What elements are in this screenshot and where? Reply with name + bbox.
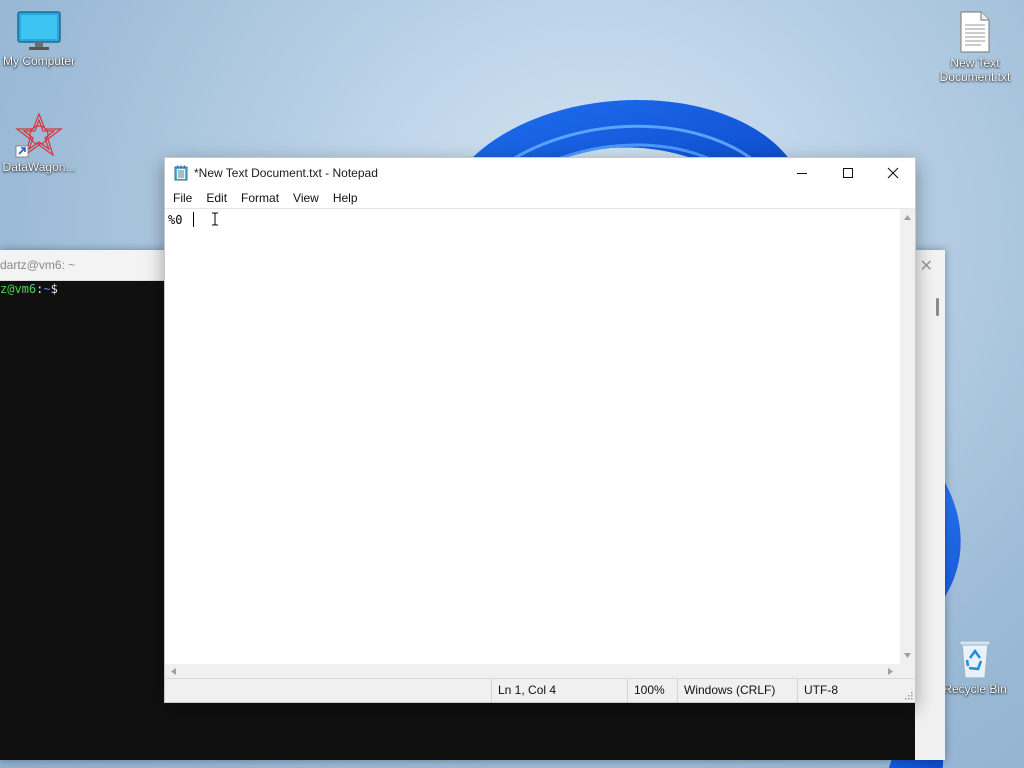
scroll-right-arrow-icon[interactable] [887,667,894,676]
menu-format[interactable]: Format [235,189,285,207]
maximize-button[interactable] [825,158,871,188]
maximize-icon [843,168,853,178]
vertical-scrollbar[interactable] [900,208,915,665]
scrollbar-corner [900,664,915,679]
desktop-icon-datawagon[interactable]: DataWagon... [0,112,84,174]
prompt-symbol: $ [50,282,58,296]
terminal-scrollbar-thumb[interactable] [936,298,939,316]
minimize-button[interactable] [779,158,825,188]
prompt-user: z@vm6 [0,282,37,296]
status-cursor-position: Ln 1, Col 4 [491,679,624,702]
minimize-icon [797,173,807,174]
desktop-icon-label: New Text Document.txt [939,56,1011,84]
menu-view[interactable]: View [287,189,325,207]
text-file-icon [960,11,990,53]
menu-bar: File Edit Format View Help [165,188,915,208]
scroll-up-arrow-icon[interactable] [903,214,912,221]
resize-grip-icon[interactable] [903,690,913,700]
notepad-window[interactable]: *New Text Document.txt - Notepad File Ed… [164,157,916,703]
window-title: *New Text Document.txt - Notepad [194,166,378,180]
status-bar: Ln 1, Col 4 100% Windows (CRLF) UTF-8 [165,678,915,702]
scroll-left-arrow-icon[interactable] [170,667,177,676]
editor-content: %0 [168,213,183,227]
text-editor-area[interactable]: %0 [165,208,901,665]
terminal-title: dartz@vm6: ~ [0,258,76,272]
menu-file[interactable]: File [167,189,198,207]
notepad-icon [174,165,188,181]
desktop-icon-label: Recycle Bin [943,682,1007,696]
prompt-path: ~ [43,282,51,296]
text-caret [193,212,194,227]
close-button[interactable] [870,158,916,188]
ibeam-cursor-icon [212,212,218,226]
terminal-prompt: z@vm6:~$ [0,282,58,296]
close-icon [887,167,899,179]
datawagon-star-icon [15,112,63,158]
status-line-ending: Windows (CRLF) [677,679,788,702]
notepad-titlebar[interactable]: *New Text Document.txt - Notepad [165,158,915,188]
recycle-bin-icon [959,640,991,679]
menu-help[interactable]: Help [327,189,364,207]
desktop-icon-label: DataWagon... [2,160,76,174]
horizontal-scrollbar[interactable] [165,664,901,679]
status-encoding: UTF-8 [797,679,894,702]
scroll-down-arrow-icon[interactable] [903,652,912,659]
desktop: My Computer DataWagon... New Text Docume… [0,0,1024,768]
menu-edit[interactable]: Edit [200,189,233,207]
terminal-scroll-area[interactable] [915,280,945,760]
desktop-icon-my-computer[interactable]: My Computer [0,10,84,68]
status-zoom: 100% [627,679,676,702]
desktop-icon-label: My Computer [2,54,76,68]
monitor-icon [17,11,61,50]
desktop-icon-new-text-document[interactable]: New Text Document.txt [930,10,1020,84]
terminal-close-button[interactable]: ✕ [920,256,933,276]
